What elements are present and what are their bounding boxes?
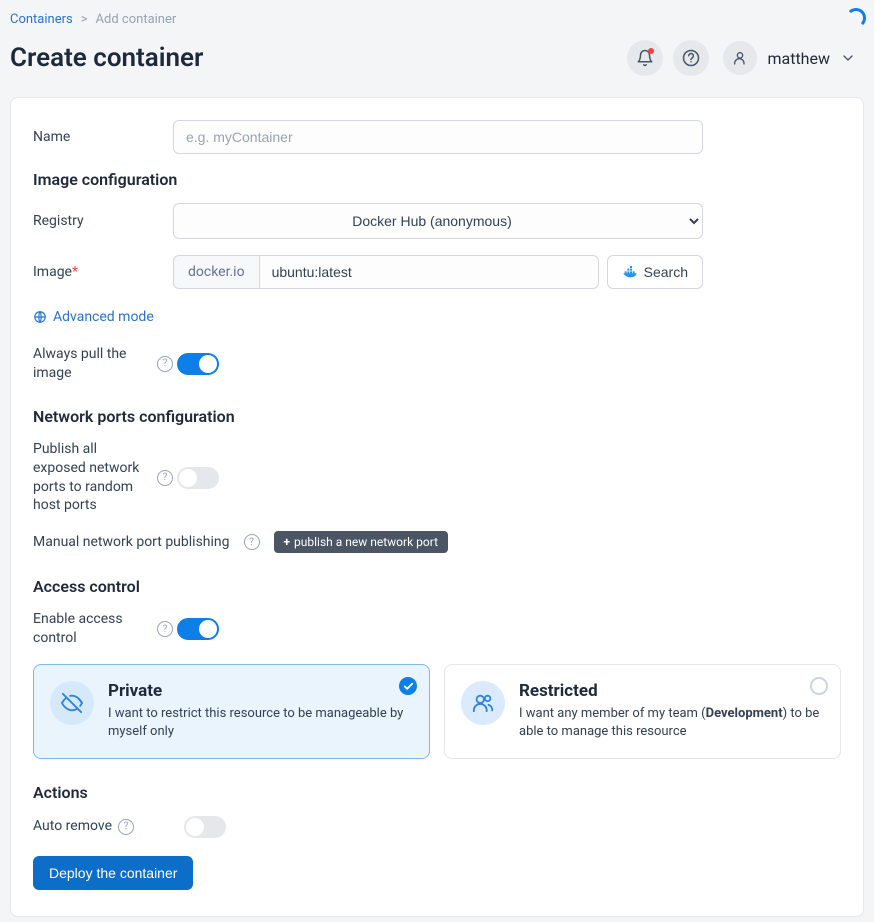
breadcrumb-separator: > [81,12,88,27]
private-selected-indicator [399,677,417,695]
publish-all-label: Publish all exposed network ports to ran… [33,440,153,516]
plus-icon: + [284,535,291,549]
restricted-icon-circle [461,681,505,725]
access-option-restricted[interactable]: Restricted I want any member of my team … [444,664,841,758]
publish-all-help[interactable]: ? [157,470,173,486]
access-cards: Private I want to restrict this resource… [33,664,841,758]
private-title: Private [108,681,413,701]
publish-all-row: Publish all exposed network ports to ran… [33,440,841,516]
eye-off-icon [61,692,83,714]
deploy-button[interactable]: Deploy the container [33,856,193,890]
manual-publish-label: Manual network port publishing [33,534,230,550]
docker-icon [622,264,638,280]
manual-publish-help[interactable]: ? [244,534,260,550]
notifications-button[interactable] [627,40,663,76]
name-label: Name [33,129,173,145]
page-title: Create container [10,43,203,73]
breadcrumb: Containers > Add container [0,0,874,31]
always-pull-label: Always pull the image [33,345,153,383]
manual-publish-row: Manual network port publishing ? + publi… [33,531,841,553]
access-heading: Access control [33,577,841,596]
help-button[interactable] [673,40,709,76]
image-input[interactable] [259,255,599,289]
form-panel: Name Image configuration Registry Docker… [10,97,864,917]
user-icon [732,50,748,66]
restricted-radio-indicator [810,677,828,695]
publish-all-toggle[interactable] [177,467,219,489]
always-pull-row: Always pull the image ? [33,345,841,383]
users-icon [472,692,494,714]
enable-access-label: Enable access control [33,610,153,648]
loading-spinner [846,8,866,28]
user-menu[interactable]: matthew [719,37,862,79]
check-icon [403,681,414,692]
avatar [723,41,757,75]
search-image-button[interactable]: Search [607,255,703,289]
breadcrumb-root-link[interactable]: Containers [10,12,73,27]
auto-remove-row: Auto remove ? [33,816,841,838]
image-row: Image* docker.io Search [33,255,841,289]
actions-heading: Actions [33,783,841,802]
auto-remove-toggle[interactable] [184,816,226,838]
image-label: Image* [33,264,173,280]
registry-row: Registry Docker Hub (anonymous) [33,203,841,239]
network-heading: Network ports configuration [33,407,841,426]
globe-icon [33,310,47,324]
restricted-desc: I want any member of my team (Developmen… [519,705,824,741]
name-row: Name [33,120,841,154]
restricted-title: Restricted [519,681,824,701]
image-config-heading: Image configuration [33,170,841,189]
private-desc: I want to restrict this resource to be m… [108,705,413,741]
breadcrumb-current: Add container [96,12,177,27]
chevron-down-icon [840,50,856,66]
private-icon-circle [50,681,94,725]
enable-access-toggle[interactable] [177,618,219,640]
name-input[interactable] [173,120,703,154]
enable-access-row: Enable access control ? [33,610,841,648]
registry-select[interactable]: Docker Hub (anonymous) [173,203,703,239]
auto-remove-help[interactable]: ? [118,819,134,835]
publish-port-button[interactable]: + publish a new network port [274,531,449,553]
advanced-mode-link[interactable]: Advanced mode [33,309,154,325]
registry-label: Registry [33,213,173,229]
title-bar: Create container matthew [0,31,874,97]
always-pull-help[interactable]: ? [157,356,173,372]
enable-access-help[interactable]: ? [157,621,173,637]
always-pull-toggle[interactable] [177,353,219,375]
access-option-private[interactable]: Private I want to restrict this resource… [33,664,430,758]
user-name: matthew [767,49,830,68]
help-circle-icon [682,49,700,67]
auto-remove-label: Auto remove [33,817,112,836]
image-registry-prefix: docker.io [173,255,259,289]
